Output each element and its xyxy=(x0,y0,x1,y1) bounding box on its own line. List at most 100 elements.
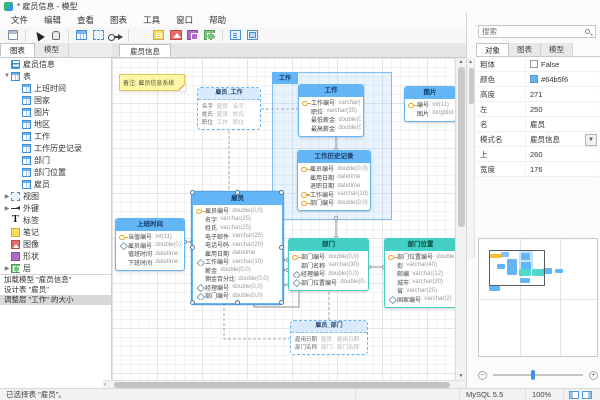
field-type: : varchar(12) xyxy=(409,271,443,277)
tree-expanded-icon[interactable]: ▼ xyxy=(3,73,11,79)
property-value[interactable]: 176 xyxy=(526,165,599,174)
selection-handle[interactable] xyxy=(279,245,284,250)
table-fields: 编号 : int(11)图片 : longblob xyxy=(405,99,455,121)
history-item-0[interactable]: 加载模型 "雇员信息" xyxy=(0,275,111,285)
property-value[interactable]: #64b5f6 xyxy=(526,75,599,84)
minimap-viewport[interactable] xyxy=(489,250,545,286)
label-tool-button[interactable] xyxy=(134,28,149,42)
properties-tab-1[interactable]: 图表 xyxy=(509,43,541,56)
panel-scroll-up-icon[interactable]: ▲ xyxy=(467,59,474,65)
sidebar-tab-0[interactable]: 图表 xyxy=(0,43,35,57)
canvas-table-5[interactable]: 部门部门编号 : double(0,0)部门名称 : varchar(30)经理… xyxy=(288,238,369,291)
color-swatch[interactable] xyxy=(530,75,538,83)
note[interactable]: 备注: 雇员信息系统 xyxy=(119,74,185,91)
menu-item-2[interactable]: 查看 xyxy=(69,13,102,27)
zoom-in-button[interactable]: + xyxy=(589,371,598,380)
canvas-table-6[interactable]: 部门位置部门位置编号 : double(0,0)街 : varchar(40)邮… xyxy=(384,238,455,308)
tree-item-13[interactable]: 标签 xyxy=(0,214,111,226)
tree-item-2[interactable]: 上班时间 xyxy=(0,82,111,94)
shape-tool-button[interactable] xyxy=(185,28,200,42)
tree-item-5[interactable]: 地区 xyxy=(0,118,111,130)
selection-handle[interactable] xyxy=(235,300,240,305)
checkbox-icon[interactable] xyxy=(530,60,538,68)
menu-item-5[interactable]: 窗口 xyxy=(168,13,201,27)
tree-item-0[interactable]: 雇员信息 xyxy=(0,58,111,70)
tree-item-4[interactable]: 图片 xyxy=(0,106,111,118)
resize-tool-button[interactable] xyxy=(245,28,260,42)
properties-tab-2[interactable]: 模型 xyxy=(541,43,573,56)
tree-item-1[interactable]: ▼表 xyxy=(0,70,111,82)
cursor-tool-button[interactable] xyxy=(31,28,46,42)
canvas-table-0[interactable]: 工作工作编号 : varchar(10)职位 : varchar(35)最低薪金… xyxy=(298,84,364,137)
minimap[interactable] xyxy=(478,238,598,357)
layer-tool-button[interactable] xyxy=(202,28,217,42)
hand-tool-button[interactable] xyxy=(48,28,63,42)
canvas-table-4[interactable]: 上班时间当值编号 : int(11)雇员编号 : double(0,0)值班时间… xyxy=(115,218,185,271)
property-value[interactable]: 250 xyxy=(526,105,599,114)
tree-item-16[interactable]: 形状 xyxy=(0,250,111,262)
panel-scroll-thumb[interactable] xyxy=(469,68,474,104)
table-tool-button[interactable] xyxy=(74,28,89,42)
view-tool-button[interactable] xyxy=(91,28,106,42)
properties-tab-0[interactable]: 对象 xyxy=(476,43,509,56)
selection-handle[interactable] xyxy=(190,190,195,195)
sidebar-tab-1[interactable]: 模型 xyxy=(35,43,69,57)
menu-item-0[interactable]: 文件 xyxy=(3,13,36,27)
property-value[interactable]: 260 xyxy=(526,150,599,159)
save-tool-button[interactable] xyxy=(5,28,20,42)
note-tool-button[interactable] xyxy=(151,28,166,42)
scroll-down-icon[interactable]: ▼ xyxy=(456,373,466,379)
selection-handle[interactable] xyxy=(235,190,240,195)
tree-item-15[interactable]: 图像 xyxy=(0,238,111,250)
tree-item-3[interactable]: 国家 xyxy=(0,94,111,106)
horizontal-scrollbar[interactable]: ‹ xyxy=(103,380,466,388)
tree-item-12[interactable]: ▶外键 xyxy=(0,202,111,214)
tree-item-14[interactable]: 笔记 xyxy=(0,226,111,238)
tree-item-10[interactable]: 雇员 xyxy=(0,178,111,190)
tree-item-7[interactable]: 工作历史记录 xyxy=(0,142,111,154)
tree-item-17[interactable]: ▶层 xyxy=(0,262,111,274)
tree-collapsed-icon[interactable]: ▶ xyxy=(3,193,11,200)
dropdown-icon[interactable]: ▼ xyxy=(585,134,597,146)
property-value[interactable]: 271 xyxy=(526,90,599,99)
document-tab-0[interactable]: 雇员信息 xyxy=(119,44,171,57)
tree-item-8[interactable]: 部门 xyxy=(0,154,111,166)
relation-tool-button[interactable] xyxy=(108,28,123,42)
tree-item-11[interactable]: ▶视图 xyxy=(0,190,111,202)
property-value[interactable]: 雇员 xyxy=(526,119,599,130)
zoom-slider-track[interactable] xyxy=(493,374,583,376)
toggle-right-panel-icon[interactable] xyxy=(582,391,592,399)
canvas-table-1[interactable]: 图片编号 : int(11)图片 : longblob xyxy=(404,86,455,122)
image-tool-button[interactable] xyxy=(168,28,183,42)
selection-handle[interactable] xyxy=(190,245,195,250)
tree-item-6[interactable]: 工作 xyxy=(0,130,111,142)
menu-item-4[interactable]: 工具 xyxy=(135,13,168,27)
search-input[interactable] xyxy=(479,27,585,36)
vscroll-thumb[interactable] xyxy=(458,67,465,227)
panel-scrollbar[interactable]: ▲ xyxy=(467,58,475,258)
canvas-table-3[interactable]: 雇员雇员编号 : double(0,0)名字 : varchar(25)姓氏 :… xyxy=(192,192,283,304)
canvas-table-2[interactable]: 工作历史记录雇员编号 : double(0,0)雇用日期 : datetime退… xyxy=(297,150,371,211)
menu-item-6[interactable]: 帮助 xyxy=(201,13,234,27)
selection-handle[interactable] xyxy=(190,300,195,305)
menu-item-1[interactable]: 编辑 xyxy=(36,13,69,27)
history-item-1[interactable]: 设计表 "雇员" xyxy=(0,285,111,295)
align-tool-button[interactable] xyxy=(228,28,243,42)
diagram-canvas[interactable]: 工作备注: 雇员信息系统工作工作编号 : varchar(10)职位 : var… xyxy=(112,58,455,380)
menu-item-3[interactable]: 图表 xyxy=(102,13,135,27)
selection-handle[interactable] xyxy=(279,300,284,305)
toggle-left-panel-icon[interactable] xyxy=(569,391,579,399)
property-value[interactable]: False xyxy=(526,60,599,69)
zoom-slider-handle[interactable] xyxy=(531,370,535,380)
search-icon[interactable] xyxy=(585,29,590,34)
history-item-2[interactable]: 调整层 "工作" 的大小 xyxy=(0,295,111,305)
zoom-out-button[interactable]: − xyxy=(478,371,487,380)
scroll-up-icon[interactable]: ▲ xyxy=(456,59,466,65)
tree-item-9[interactable]: 部门位置 xyxy=(0,166,111,178)
selection-handle[interactable] xyxy=(279,190,284,195)
vertical-scrollbar[interactable]: ▲ ▼ xyxy=(455,58,466,380)
tree-collapsed-icon[interactable]: ▶ xyxy=(3,205,11,212)
canvas-view-0[interactable]: 雇员_工作名字`雇员`.`名字`姓氏`雇员`.`姓氏`职位`工作`.`职位` xyxy=(197,87,261,130)
canvas-view-1[interactable]: 雇员_部门雇用日期`雇员`.`雇用日期`部门名称`部门`.`部门名称` xyxy=(290,320,368,355)
tree-collapsed-icon[interactable]: ▶ xyxy=(3,265,11,272)
